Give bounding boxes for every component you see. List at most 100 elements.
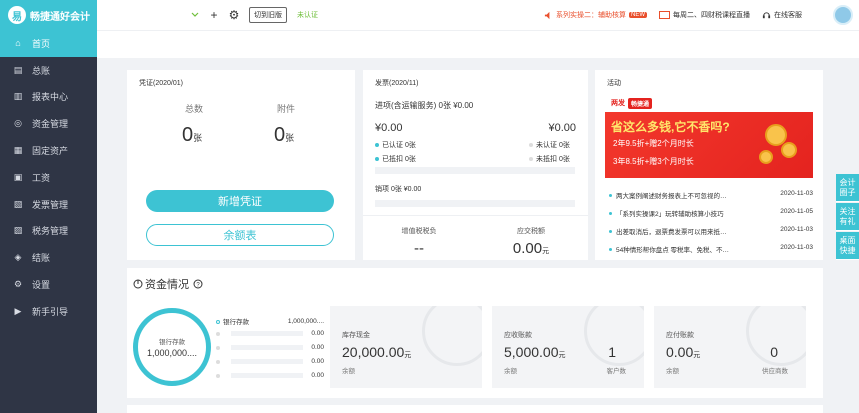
cash-value: 20,000.00 <box>342 344 405 360</box>
close-books-icon: ◈ <box>14 252 22 263</box>
help-icon[interactable]: ? <box>193 279 203 289</box>
follow-gift-button[interactable]: 关注有礼 <box>836 203 859 231</box>
tax-summary: 增值税税负 -- 应交税额 0.00元 <box>363 215 588 260</box>
unverified-count: 未认证 0张 <box>536 142 570 149</box>
add-icon[interactable]: + <box>205 6 223 24</box>
legend-value: 0.00 <box>311 372 324 379</box>
voucher-attach-unit: 张 <box>285 133 295 143</box>
sidebar-item-label: 工资 <box>32 172 51 183</box>
sidebar-item-funds[interactable]: ◎ 资金管理 <box>0 110 97 137</box>
payable-unit: 元 <box>693 352 701 359</box>
vat-burden-label: 增值税税负 <box>401 228 437 235</box>
sidebar-item-label: 报表中心 <box>32 92 69 103</box>
voucher-total-value[interactable]: 0张 <box>182 124 202 147</box>
company-select[interactable] <box>97 5 203 25</box>
avatar[interactable] <box>833 5 853 25</box>
gear-icon[interactable]: ⚙ <box>225 6 243 24</box>
sidebar: 易 畅捷通好会计 ⌂ 首页 ▤ 总账 ▥ 报表中心 ◎ 资金管理 ▦ 固定资产 … <box>0 0 97 413</box>
chevron-down-icon <box>191 12 199 17</box>
activity-item[interactable]: 两大案例阐述财务报表上不可忽视的… 2020-11-03 <box>609 190 813 200</box>
voucher-title: 凭证(2020/01) <box>139 80 183 87</box>
sidebar-item-ledger[interactable]: ▤ 总账 <box>0 57 97 84</box>
supplier-count: 0 <box>770 344 778 360</box>
activity-item[interactable]: 「系列实操课2」玩转辅助核算小技巧 2020-11-05 <box>609 208 813 218</box>
live-course-text: 系列实操二：辅助核算 <box>556 12 626 19</box>
live-course-link[interactable]: 系列实操二：辅助核算 NEW <box>544 10 647 20</box>
banner-line-1: 2年9.5折+赠2个月时长 <box>613 139 694 148</box>
sidebar-item-label: 结账 <box>32 253 51 264</box>
chart-icon: ▥ <box>13 91 23 102</box>
asset-icon: ▦ <box>13 145 23 156</box>
input-progress-bar <box>375 167 575 174</box>
balance-sheet-button[interactable]: 余额表 <box>146 224 334 246</box>
course-schedule-link[interactable]: 每周二、四财税课程直播 <box>659 10 750 20</box>
cash-label: 库存现金 <box>342 332 370 339</box>
sidebar-item-close-books[interactable]: ◈ 结账 <box>0 244 97 271</box>
activity-item-date: 2020-11-03 <box>780 244 813 251</box>
new-voucher-button[interactable]: 新增凭证 <box>146 190 334 212</box>
activity-item[interactable]: 54种情形帮你盘点 零税率、免税、不… 2020-11-03 <box>609 244 813 254</box>
legend-value: 0.00 <box>311 358 324 365</box>
payable-sub: 余额 <box>666 368 679 375</box>
sidebar-item-settings[interactable]: ⚙ 设置 <box>0 271 97 298</box>
tax-due-label: 应交税额 <box>517 228 545 235</box>
verification-status[interactable]: 未认证 <box>297 10 318 20</box>
vat-burden-value: -- <box>414 240 424 257</box>
switch-old-version-button[interactable]: 切到旧版 <box>249 7 287 23</box>
payable-value: 0.00 <box>666 344 694 360</box>
sidebar-item-label: 固定资产 <box>32 146 69 157</box>
customer-count: 1 <box>608 344 616 360</box>
sales-progress-bar <box>375 200 575 207</box>
payable-box[interactable]: 应付账款 0.00元 余额 0 供应商数 <box>654 306 806 388</box>
desktop-shortcut-button[interactable]: 桌面快捷 <box>836 232 859 260</box>
speaker-icon <box>544 11 550 19</box>
invoice-title: 发票(2020/11) <box>375 80 419 87</box>
tax-due-value: 0.00 <box>512 240 543 257</box>
sidebar-item-assets[interactable]: ▦ 固定资产 <box>0 137 97 164</box>
money-bag-icon <box>422 306 482 366</box>
activity-item-text: 出差取消后，退票费发票可以用来抵… <box>609 226 727 236</box>
tab-strip <box>97 30 859 58</box>
sidebar-item-salary[interactable]: ▣ 工资 <box>0 164 97 191</box>
guide-icon: ▶ <box>14 305 22 316</box>
pie-icon <box>133 279 143 289</box>
undeducted-dot <box>529 157 533 162</box>
banner-line-2: 3年8.5折+赠3个月时长 <box>613 157 694 166</box>
sidebar-item-label: 首页 <box>32 38 51 49</box>
sidebar-item-reports[interactable]: ▥ 报表中心 <box>0 84 97 111</box>
ring-value: 1,000,000.... <box>146 348 198 358</box>
top-header: + ⚙ 切到旧版 未认证 系列实操二：辅助核算 NEW 每周二、四财税课程直播 … <box>97 0 859 30</box>
sidebar-item-label: 税务管理 <box>32 226 69 237</box>
input-invoice-amount: ¥0.00 <box>375 122 403 134</box>
legend-row: 0.00 <box>216 330 324 337</box>
sidebar-item-home[interactable]: ⌂ 首页 <box>0 30 97 57</box>
logo[interactable]: 易 畅捷通好会计 <box>0 0 97 30</box>
invoice-card: 发票(2020/11) 进项(含运输服务) 0张 ¥0.00 ¥0.00 ¥0.… <box>363 70 588 260</box>
voucher-attach-number: 0 <box>274 124 286 146</box>
new-badge: NEW <box>629 12 647 18</box>
voucher-attach-value[interactable]: 0张 <box>274 124 294 147</box>
bottom-card <box>127 405 823 413</box>
legend-value: 0.00 <box>311 330 324 337</box>
voucher-total-number: 0 <box>182 124 194 146</box>
banner-brand: 两发 <box>611 100 625 107</box>
input-invoice-summary[interactable]: 进项(含运输服务) 0张 ¥0.00 <box>375 100 473 111</box>
activity-item-text: 两大案例阐述财务报表上不可忽视的… <box>609 190 727 200</box>
sidebar-item-guide[interactable]: ▶ 新手引导 <box>0 298 97 325</box>
sidebar-item-invoices[interactable]: ▧ 发票管理 <box>0 191 97 218</box>
headset-icon <box>762 11 771 18</box>
invoice-icon: ▧ <box>13 198 23 209</box>
ledger-icon: ▤ <box>13 64 23 75</box>
banner-brand-2: 畅捷通 <box>628 97 653 109</box>
sales-invoice-summary[interactable]: 销项 0张 ¥0.00 <box>375 184 421 194</box>
promo-banner[interactable]: 两发 畅捷通 省这么多钱,它不香吗? 2年9.5折+赠2个月时长 3年8.5折+… <box>605 94 813 178</box>
sidebar-item-label: 新手引导 <box>32 306 69 317</box>
activity-item[interactable]: 出差取消后，退票费发票可以用来抵… 2020-11-03 <box>609 226 813 236</box>
cash-box[interactable]: 库存现金 20,000.00元 余额 <box>330 306 482 388</box>
online-service-link[interactable]: 在线客服 <box>762 10 802 20</box>
accounting-circle-button[interactable]: 会计圈子 <box>836 174 859 202</box>
activity-item-text: 54种情形帮你盘点 零税率、免税、不… <box>609 244 729 254</box>
funds-ring-chart: 银行存款 1,000,000.... <box>133 308 211 386</box>
receivable-box[interactable]: 应收账款 5,000.00元 余额 1 客户数 <box>492 306 644 388</box>
sidebar-item-tax[interactable]: ▨ 税务管理 <box>0 218 97 245</box>
